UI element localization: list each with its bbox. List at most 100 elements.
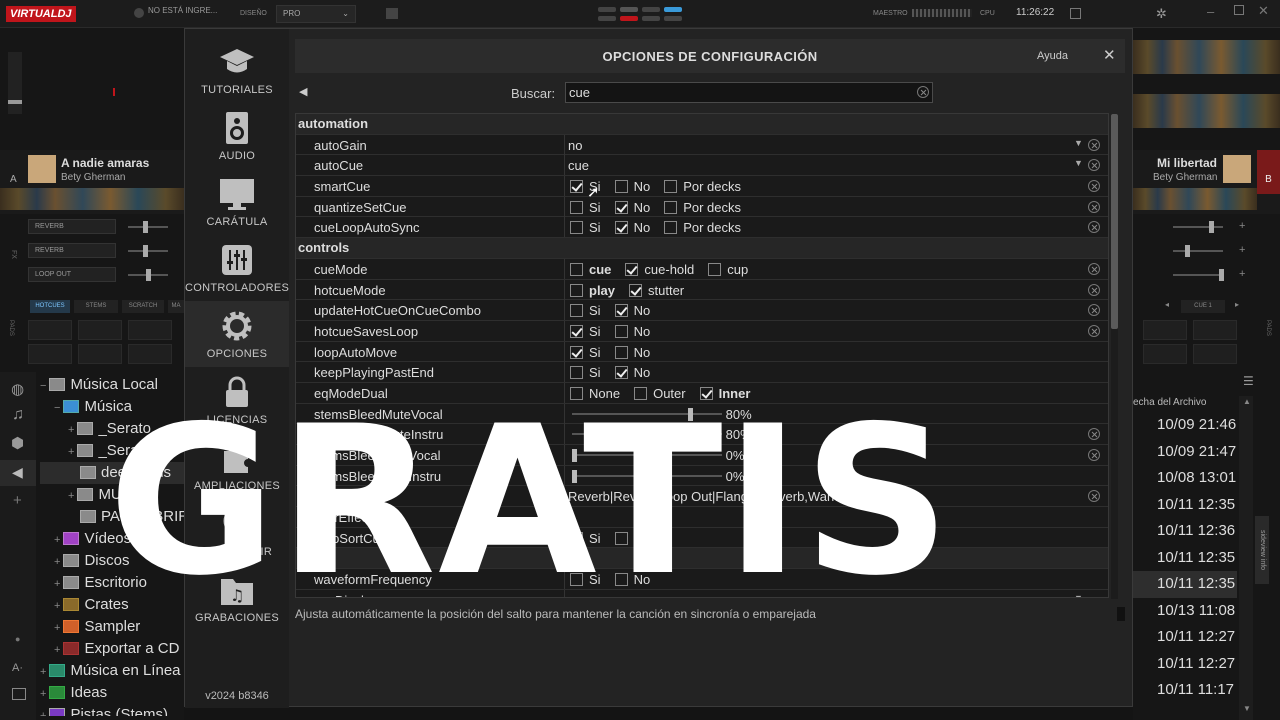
pad[interactable] — [1143, 320, 1187, 340]
date-cell[interactable]: 10/13 11:08 — [1133, 598, 1237, 625]
prev-arrow-icon[interactable]: ◂ — [1165, 300, 1169, 309]
setting-row[interactable]: hotcueSavesLoop Si No — [296, 320, 1108, 342]
next-arrow-icon[interactable]: ▸ — [1235, 300, 1239, 309]
fx-slider[interactable] — [1173, 250, 1223, 252]
fx-slider-thumb[interactable] — [146, 269, 151, 281]
box-icon[interactable] — [386, 8, 398, 19]
setting-value[interactable]: no — [568, 138, 582, 153]
gear-icon[interactable]: ✲ — [1156, 6, 1167, 22]
checkbox-si[interactable] — [570, 345, 583, 359]
nav-controllers[interactable]: CONTROLADORES — [185, 235, 289, 301]
pad[interactable] — [78, 344, 122, 364]
cube-icon[interactable]: ⬢ — [11, 434, 24, 452]
checkbox-si[interactable] — [570, 180, 583, 194]
pad[interactable] — [128, 320, 172, 340]
pad-page-select[interactable]: CUE 1 — [1181, 300, 1225, 313]
checkbox-cue[interactable] — [570, 262, 583, 276]
settings-scrollbar-thumb[interactable] — [1111, 114, 1118, 329]
date-cell[interactable]: 10/11 12:27 — [1133, 624, 1237, 651]
add-icon[interactable]: + — [1239, 244, 1245, 256]
checkbox-si[interactable] — [570, 200, 583, 214]
date-cell[interactable]: 10/09 21:47 — [1133, 439, 1237, 466]
checkbox-no[interactable] — [614, 180, 628, 194]
setting-row[interactable]: smartCue Si No Por decks — [296, 176, 1108, 197]
deck-b-waveform-bottom[interactable] — [1133, 94, 1280, 128]
scroll-down-icon[interactable]: ▼ — [1243, 704, 1251, 713]
calendar-icon[interactable] — [1070, 8, 1081, 19]
checkbox-no[interactable] — [614, 366, 628, 380]
tree-item[interactable]: + Pistas (Stems) — [40, 704, 184, 716]
checkbox-no[interactable] — [614, 324, 628, 338]
reset-icon[interactable] — [1088, 180, 1100, 193]
date-cell[interactable]: 10/11 12:27 — [1133, 651, 1237, 678]
back-arrow-icon[interactable]: ◀ — [299, 85, 307, 98]
reset-icon[interactable] — [1088, 428, 1100, 441]
checkbox-stutter[interactable] — [629, 283, 643, 297]
nav-skin[interactable]: CARÁTULA — [185, 169, 289, 235]
fx-slider-thumb[interactable] — [1219, 269, 1224, 281]
checkbox-si[interactable] — [570, 324, 583, 338]
dot-icon[interactable]: ● — [15, 634, 20, 644]
resize-handle-icon[interactable] — [1117, 607, 1125, 621]
add-icon[interactable]: + — [1239, 268, 1245, 280]
setting-row[interactable]: cueLoopAutoSync Si No Por decks — [296, 217, 1108, 239]
chevron-down-icon[interactable]: ▼ — [1074, 593, 1083, 597]
deck-a-waveform[interactable] — [0, 188, 184, 210]
reset-icon[interactable] — [1088, 159, 1100, 172]
tab-hotcues[interactable]: HOTCUES — [30, 300, 70, 313]
checkbox-no[interactable] — [614, 221, 628, 235]
globe-icon[interactable]: ◍ — [11, 380, 24, 398]
checkbox-play[interactable] — [570, 283, 583, 297]
reset-icon[interactable] — [1088, 221, 1100, 234]
nav-options[interactable]: OPCIONES — [185, 301, 289, 367]
nav-tutorials[interactable]: TUTORIALES — [185, 37, 289, 103]
fx-slider[interactable] — [1173, 226, 1223, 228]
date-cell[interactable]: 10/08 13:01 — [1133, 465, 1237, 492]
fx-slider-thumb[interactable] — [1185, 245, 1190, 257]
setting-row[interactable]: keepPlayingPastEnd Si No — [296, 362, 1108, 383]
setting-row[interactable]: quantizeSetCue Si No Por decks — [296, 196, 1108, 218]
pad[interactable] — [28, 320, 72, 340]
tab-scratch[interactable]: SCRATCH — [122, 300, 164, 313]
setting-row[interactable]: updateHotCueOnCueCombo Si No — [296, 300, 1108, 321]
tree-item[interactable]: + Exportar a CD — [40, 638, 184, 660]
list-icon[interactable]: ☰ — [1243, 374, 1254, 388]
checkbox-si[interactable] — [570, 304, 583, 318]
pad[interactable] — [1193, 344, 1237, 364]
close-icon[interactable]: ✕ — [1103, 46, 1116, 64]
pad[interactable] — [1143, 344, 1187, 364]
reset-icon[interactable] — [1088, 200, 1100, 213]
fx-slider[interactable] — [128, 250, 168, 252]
checkbox-por-decks[interactable] — [664, 200, 678, 214]
login-status[interactable]: NO ESTÁ INGRE... — [148, 6, 217, 15]
checkbox-por-decks[interactable] — [664, 180, 678, 194]
sideview-tab[interactable]: sideview info — [1255, 516, 1269, 584]
reset-icon[interactable] — [1088, 304, 1100, 317]
date-cell[interactable]: 10/09 21:46 — [1133, 412, 1237, 439]
date-cell[interactable]: 10/11 12:35 — [1133, 492, 1237, 519]
checkbox-no[interactable] — [614, 345, 628, 359]
fx-select-1[interactable]: REVERB — [28, 219, 116, 234]
window-icon[interactable] — [12, 688, 26, 700]
fx-slider-thumb[interactable] — [143, 245, 148, 257]
checkbox-por-decks[interactable] — [664, 221, 678, 235]
reset-icon[interactable] — [1088, 283, 1100, 296]
checkbox-si[interactable] — [570, 221, 583, 235]
search-input[interactable]: cue — [565, 82, 933, 103]
browser-scrollbar[interactable] — [1239, 396, 1253, 720]
setting-row[interactable]: hotcueMode play stutter — [296, 279, 1108, 301]
reset-icon[interactable] — [1088, 138, 1100, 151]
user-icon[interactable] — [134, 8, 144, 18]
date-cell[interactable]: 10/11 12:36 — [1133, 518, 1237, 545]
date-cell[interactable]: 10/11 11:17 — [1133, 677, 1237, 704]
scroll-up-icon[interactable]: ▲ — [1243, 397, 1251, 406]
setting-row[interactable]: cueMode cue cue-hold cup — [296, 258, 1108, 280]
chevron-down-icon[interactable]: ▼ — [1074, 138, 1083, 148]
reset-icon[interactable] — [1088, 449, 1100, 461]
fx-select-2[interactable]: REVERB — [28, 243, 116, 258]
setting-row[interactable]: autoCue cue ▼ — [296, 155, 1108, 177]
date-column-header[interactable]: echa del Archivo — [1133, 396, 1237, 410]
fx-slider[interactable] — [128, 226, 168, 228]
music-note-icon[interactable]: ♫ — [12, 406, 24, 424]
checkbox-cup[interactable] — [708, 262, 722, 276]
